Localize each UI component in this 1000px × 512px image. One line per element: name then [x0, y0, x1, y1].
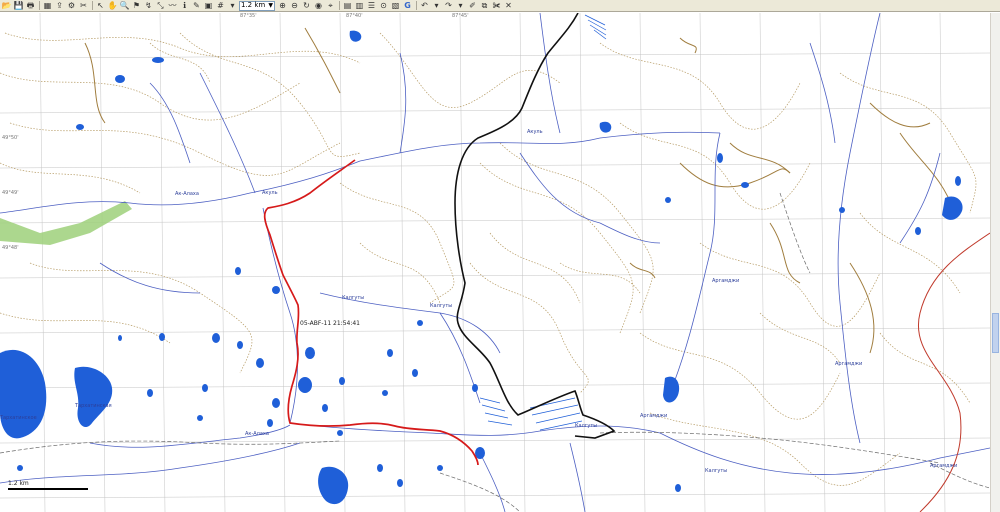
contour-lines [0, 32, 977, 486]
track-icon[interactable]: 〰 [167, 1, 178, 11]
undo-icon[interactable]: ↶ [419, 1, 430, 11]
lakes [0, 30, 963, 505]
river-label: Калгуты [430, 303, 453, 309]
black-track [454, 13, 616, 439]
redo-icon[interactable]: ↷ [443, 1, 454, 11]
export-icon[interactable]: ⇪ [54, 1, 65, 11]
zoom-out-icon[interactable]: ⊖ [289, 1, 300, 11]
save-icon[interactable]: 💾 [13, 1, 24, 11]
admin-boundary [917, 232, 990, 512]
chevron-down-icon: ▼ [268, 2, 273, 9]
waypoint-icon[interactable]: ⚑ [131, 1, 142, 11]
open-icon[interactable]: 📂 [1, 1, 12, 11]
longitude-label: 87°40' [346, 13, 363, 19]
lake-label: Тархатинская [75, 403, 112, 409]
river-label: Аргамджи [712, 278, 740, 284]
toolbar-separator [39, 1, 40, 10]
layers-icon[interactable]: ▦ [42, 1, 53, 11]
undo-dropdown-icon[interactable]: ▾ [431, 1, 442, 11]
zoom-icon[interactable]: 🔍 [119, 1, 130, 11]
gps-icon[interactable]: ⊙ [378, 1, 389, 11]
grid-toggle-icon[interactable]: ▤ [342, 1, 353, 11]
measure-icon[interactable]: ⤡ [155, 1, 166, 11]
scale-bar: 1.2 km [8, 480, 88, 490]
river-label: Аргамджи [930, 463, 958, 469]
marker-icon[interactable]: ◉ [313, 1, 324, 11]
track-timestamp: 05-ABF-11 21:54:41 [300, 320, 360, 327]
pointer-icon[interactable]: ↖ [95, 1, 106, 11]
longitude-label: 87°45' [452, 13, 469, 19]
topographic-map[interactable] [0, 13, 990, 512]
target-icon[interactable]: ⌖ [325, 1, 336, 11]
table-icon[interactable]: ▥ [354, 1, 365, 11]
cut-icon[interactable]: ✀ [491, 1, 502, 11]
longitude-label: 87°35' [240, 13, 257, 19]
dropdown-icon[interactable]: ▾ [227, 1, 238, 11]
river-label: Акуль [527, 129, 543, 135]
river-label: Калгуты [342, 295, 365, 301]
latitude-label: 49°49' [2, 190, 19, 196]
scrollbar-thumb[interactable] [992, 313, 999, 353]
edit-icon[interactable]: ✐ [467, 1, 478, 11]
red-track [263, 159, 479, 466]
marsh-areas [479, 14, 607, 431]
map-icon[interactable]: ▣ [203, 1, 214, 11]
scale-select-value: 1.2 km [241, 1, 266, 9]
river-label: Аргамджи [835, 361, 863, 367]
redo-dropdown-icon[interactable]: ▾ [455, 1, 466, 11]
route-icon[interactable]: ↯ [143, 1, 154, 11]
map-canvas[interactable]: Акуль Акуль Ак-Алаха Калгуты Калгуты Кал… [0, 13, 990, 512]
latitude-label: 49°48' [2, 245, 19, 251]
river-label: Ак-Алаха [175, 191, 199, 197]
river-label: Акуль [262, 190, 278, 196]
index-contours [84, 27, 956, 354]
delete-icon[interactable]: ✕ [503, 1, 514, 11]
toolbar-separator [92, 1, 93, 10]
river-label: Ак-Алаха [245, 431, 269, 437]
print-icon[interactable]: 🖶 [25, 1, 36, 11]
copy-icon[interactable]: ⧉ [479, 1, 490, 11]
hand-pan-icon[interactable]: ✋ [107, 1, 118, 11]
settings-icon[interactable]: ⚙ [66, 1, 77, 11]
vertical-scrollbar[interactable] [990, 13, 1000, 512]
draw-icon[interactable]: ✎ [191, 1, 202, 11]
tools-icon[interactable]: ✂ [78, 1, 89, 11]
toolbar-separator [339, 1, 340, 10]
zoom-in-icon[interactable]: ⊕ [277, 1, 288, 11]
latitude-label: 49°50' [2, 135, 19, 141]
river-label: Калгуты [705, 468, 728, 474]
refresh-icon[interactable]: ↻ [301, 1, 312, 11]
toolbar-separator [416, 1, 417, 10]
list-icon[interactable]: ☰ [366, 1, 377, 11]
scale-bar-label: 1.2 km [8, 480, 29, 487]
photo-icon[interactable]: ▧ [390, 1, 401, 11]
river-label: Аргамджи [640, 413, 668, 419]
info-icon[interactable]: ℹ [179, 1, 190, 11]
river-label: Калгуты [575, 423, 598, 429]
map-trails [0, 192, 990, 512]
scale-select[interactable]: 1.2 km ▼ [239, 0, 275, 11]
toolbar: 📂 💾 🖶 ▦ ⇪ ⚙ ✂ ↖ ✋ 🔍 ⚑ ↯ ⤡ 〰 ℹ ✎ ▣ # ▾ 1.… [0, 0, 1000, 12]
grid-icon[interactable]: # [215, 1, 226, 11]
lake-label: Тархатинское [0, 415, 37, 421]
scale-bar-line [8, 488, 88, 490]
google-icon[interactable]: G [402, 1, 413, 11]
